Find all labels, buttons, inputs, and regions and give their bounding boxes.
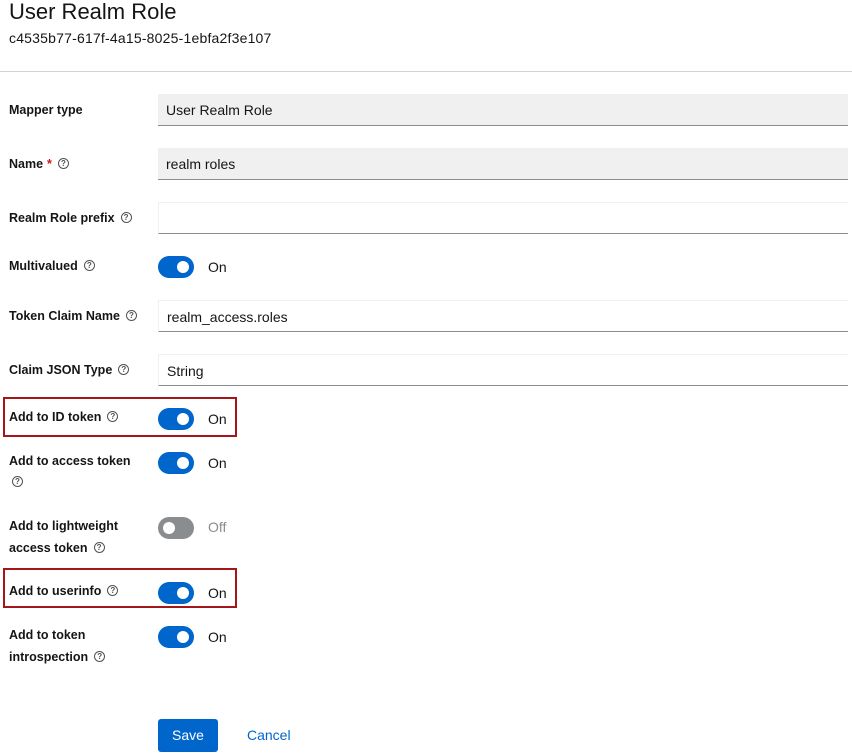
realm-role-prefix-label-text: Realm Role prefix xyxy=(9,211,115,225)
help-icon[interactable]: ? xyxy=(107,411,119,423)
add-to-lightweight-state: Off xyxy=(208,519,227,535)
toggle-knob xyxy=(177,587,189,599)
multivalued-label-text: Multivalued xyxy=(9,259,78,273)
cancel-button[interactable]: Cancel xyxy=(247,719,291,752)
token-claim-name-input[interactable]: realm_access.roles xyxy=(158,300,848,332)
add-to-lightweight-toggle[interactable] xyxy=(158,517,194,539)
toggle-knob xyxy=(163,522,175,534)
add-to-lightweight-label-line1: Add to lightweight xyxy=(9,519,119,533)
help-icon[interactable]: ? xyxy=(93,542,105,554)
toggle-knob xyxy=(177,413,189,425)
mapper-type-label: Mapper type xyxy=(9,99,83,121)
multivalued-label: Multivalued? xyxy=(9,255,95,277)
toggle-knob xyxy=(177,631,189,643)
multivalued-toggle[interactable] xyxy=(158,256,194,278)
add-to-introspection-toggle[interactable] xyxy=(158,626,194,648)
add-to-userinfo-label: Add to userinfo? xyxy=(9,580,119,602)
help-icon[interactable]: ? xyxy=(118,364,130,376)
toggle-knob xyxy=(177,261,189,273)
multivalued-state: On xyxy=(208,259,227,275)
realm-role-prefix-label: Realm Role prefix? xyxy=(9,207,132,229)
add-to-introspection-state: On xyxy=(208,629,227,645)
name-label: Name *? xyxy=(9,153,69,175)
add-to-id-token-label-text: Add to ID token xyxy=(9,410,102,424)
token-claim-name-label: Token Claim Name? xyxy=(9,305,137,327)
add-to-access-token-help: ? xyxy=(9,471,23,493)
add-to-access-token-state: On xyxy=(208,455,227,471)
page-title: User Realm Role xyxy=(9,0,177,24)
add-to-access-token-toggle[interactable] xyxy=(158,452,194,474)
realm-role-prefix-input[interactable] xyxy=(158,202,848,234)
add-to-introspection-label-line1: Add to token xyxy=(9,628,86,642)
claim-json-type-label-text: Claim JSON Type xyxy=(9,363,113,377)
mapper-type-field: User Realm Role xyxy=(158,94,848,126)
help-icon[interactable]: ? xyxy=(120,212,132,224)
name-field: realm roles xyxy=(158,148,848,180)
help-icon[interactable]: ? xyxy=(83,260,95,272)
name-label-text: Name xyxy=(9,157,44,171)
header-divider xyxy=(0,71,852,72)
claim-json-type-select[interactable]: String xyxy=(158,354,848,386)
mapper-type-label-text: Mapper type xyxy=(9,103,83,117)
help-icon[interactable]: ? xyxy=(107,585,119,597)
add-to-introspection-label: Add to token xyxy=(9,624,85,646)
add-to-userinfo-label-text: Add to userinfo xyxy=(9,584,102,598)
add-to-id-token-label: Add to ID token? xyxy=(9,406,119,428)
mapper-id: c4535b77-617f-4a15-8025-1ebfa2f3e107 xyxy=(9,30,272,46)
add-to-access-token-label: Add to access token xyxy=(9,450,144,472)
add-to-id-token-toggle[interactable] xyxy=(158,408,194,430)
add-to-access-token-label-text: Add to access token xyxy=(9,454,131,468)
required-asterisk: * xyxy=(47,157,52,171)
help-icon[interactable]: ? xyxy=(12,476,23,488)
help-icon[interactable]: ? xyxy=(94,651,106,663)
toggle-knob xyxy=(177,457,189,469)
add-to-introspection-label-line2: introspection xyxy=(9,650,89,664)
add-to-lightweight-label-2: access token? xyxy=(9,537,105,559)
claim-json-type-label: Claim JSON Type? xyxy=(9,359,130,381)
add-to-userinfo-state: On xyxy=(208,585,227,601)
add-to-userinfo-toggle[interactable] xyxy=(158,582,194,604)
add-to-lightweight-label-line2: access token xyxy=(9,541,88,555)
add-to-lightweight-label: Add to lightweight xyxy=(9,515,118,537)
help-icon[interactable]: ? xyxy=(125,310,137,322)
add-to-introspection-label-2: introspection? xyxy=(9,646,106,668)
save-button[interactable]: Save xyxy=(158,719,218,752)
add-to-id-token-state: On xyxy=(208,411,227,427)
token-claim-name-label-text: Token Claim Name xyxy=(9,309,120,323)
help-icon[interactable]: ? xyxy=(57,158,69,170)
